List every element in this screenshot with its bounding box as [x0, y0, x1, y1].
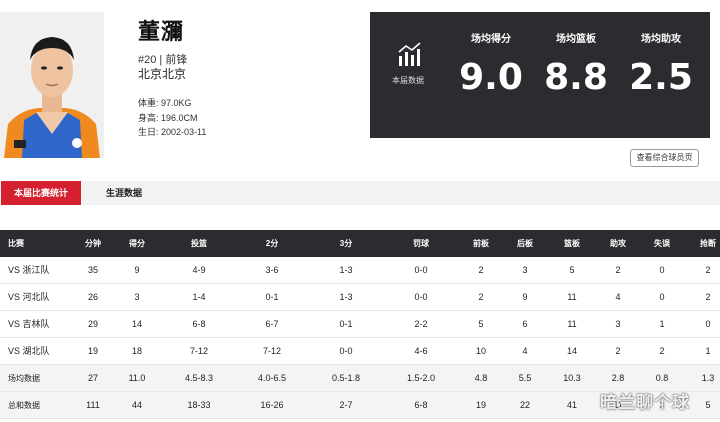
stat-points: 场均得分 9.0 [451, 30, 531, 98]
birthday-value: 2002-03-11 [161, 127, 207, 137]
col-points-cell: 18 [131, 346, 142, 356]
height-label: 身高: [138, 113, 159, 123]
tab-season-stats[interactable]: 本届比赛统计 [1, 181, 81, 205]
col-stl-cell: 2 [705, 292, 711, 302]
col-2pt-header: 2分 [265, 239, 279, 248]
table-row: VS 河北队 26 3 1-4 0-1 1-3 0-0 2 9 11 4 0 2 [0, 284, 720, 311]
col-match-header: 比赛 [8, 239, 24, 248]
table-row: VS 湖北队 19 18 7-12 7-12 0-0 4-6 10 4 14 2 2 1 [0, 338, 720, 365]
col-2pt-cell: 6-7 [265, 319, 279, 329]
stat-assists: 场均助攻 2.5 [621, 30, 701, 98]
bar-chart-icon [397, 42, 423, 73]
col-fg-cell: 6-8 [192, 319, 206, 329]
table-row: VS 浙江队 35 9 4-9 3-6 1-3 0-0 2 3 5 2 0 2 [0, 257, 720, 284]
col-2pt-cell: 7-12 [262, 346, 281, 356]
tab-career-stats[interactable]: 生涯数据 [88, 181, 160, 205]
table-row: VS 吉林队 29 14 6-8 6-7 0-1 2-2 5 6 11 3 1 0 [0, 311, 720, 338]
col-fg-header: 投篮 [191, 239, 207, 248]
stat-rebounds-label: 场均篮板 [556, 34, 596, 45]
player-height: 身高: 196.0CM [138, 111, 198, 124]
stat-rebounds: 场均篮板 8.8 [536, 30, 616, 98]
col-match-cell: VS 河北队 [8, 292, 50, 302]
col-fg-cell: 1-4 [192, 292, 206, 302]
stat-assists-value: 2.5 [629, 57, 693, 98]
col-match-cell: 场均数据 [8, 374, 40, 383]
col-2pt-cell: 4.0-6.5 [257, 373, 287, 383]
col-points-header: 得分 [129, 239, 145, 248]
col-3pt-cell: 0-0 [339, 346, 353, 356]
col-2pt-cell: 16-26 [260, 400, 284, 410]
col-fg-cell: 4.5-8.3 [184, 373, 214, 383]
col-3pt-cell: 2-7 [339, 400, 353, 410]
col-ft-cell: 0-0 [414, 265, 428, 275]
col-match-cell: VS 浙江队 [8, 265, 50, 275]
weight-value: 97.0KG [161, 98, 192, 108]
col-ft-cell: 4-6 [414, 346, 428, 356]
col-match-cell: VS 湖北队 [8, 346, 50, 356]
watermark: 暗兰聊个球 [600, 393, 690, 412]
col-points-cell: 14 [131, 319, 142, 329]
player-photo [0, 12, 104, 158]
col-ft-cell: 6-8 [414, 400, 428, 410]
player-birthday: 生日: 2002-03-11 [138, 125, 206, 138]
season-stats-label: 本届数据 [392, 76, 424, 85]
col-points-cell: 11.0 [128, 373, 146, 383]
col-points-cell: 3 [134, 292, 140, 302]
season-stats-panel: 本届数据 场均得分 9.0 场均篮板 8.8 场均助攻 2.5 [370, 12, 710, 138]
col-stl-cell: 0 [705, 319, 711, 329]
stat-rebounds-value: 8.8 [544, 57, 608, 98]
col-3pt-cell: 0-1 [339, 319, 353, 329]
height-value: 196.0CM [161, 113, 198, 123]
col-ft-cell: 2-2 [414, 319, 428, 329]
col-2pt-cell: 0-1 [265, 292, 279, 302]
col-fg-cell: 18-33 [187, 400, 211, 410]
view-profile-button[interactable]: 查看综合球员页 [630, 149, 699, 167]
table-header: 比赛 分钟 得分 投篮 2分 3分 罚球 前板 后板 篮板 助攻 失误 抢断 [0, 230, 720, 257]
col-3pt-cell: 1-3 [339, 265, 353, 275]
col-fg-cell: 7-12 [189, 346, 208, 356]
player-team: 北京北京 [138, 67, 187, 81]
col-3pt-cell: 1-3 [339, 292, 353, 302]
col-2pt-cell: 3-6 [265, 265, 279, 275]
weight-label: 体重: [138, 98, 159, 108]
col-match-cell: 总和数据 [8, 401, 40, 410]
col-fg-cell: 4-9 [192, 265, 206, 275]
col-ft-cell: 1.5-2.0 [406, 373, 436, 383]
player-weight: 体重: 97.0KG [138, 96, 192, 109]
birthday-label: 生日: [138, 127, 159, 137]
col-ft-header: 罚球 [413, 239, 429, 248]
col-stl-cell: 1 [705, 346, 711, 356]
col-points-cell: 9 [134, 265, 140, 275]
player-name: 董瀰 [138, 19, 185, 44]
stats-tabs: 本届比赛统计 生涯数据 [0, 181, 720, 205]
col-points-cell: 44 [131, 400, 142, 410]
col-3pt-header: 3分 [339, 239, 353, 248]
col-stl-cell: 2 [705, 265, 711, 275]
stat-points-label: 场均得分 [471, 34, 511, 45]
stat-assists-label: 场均助攻 [641, 34, 681, 45]
col-match-cell: VS 吉林队 [8, 319, 50, 329]
col-3pt-cell: 0.5-1.8 [331, 373, 361, 383]
stat-points-value: 9.0 [459, 57, 523, 98]
col-stl-header: 抢断 [700, 239, 716, 248]
col-ft-cell: 0-0 [414, 292, 428, 302]
